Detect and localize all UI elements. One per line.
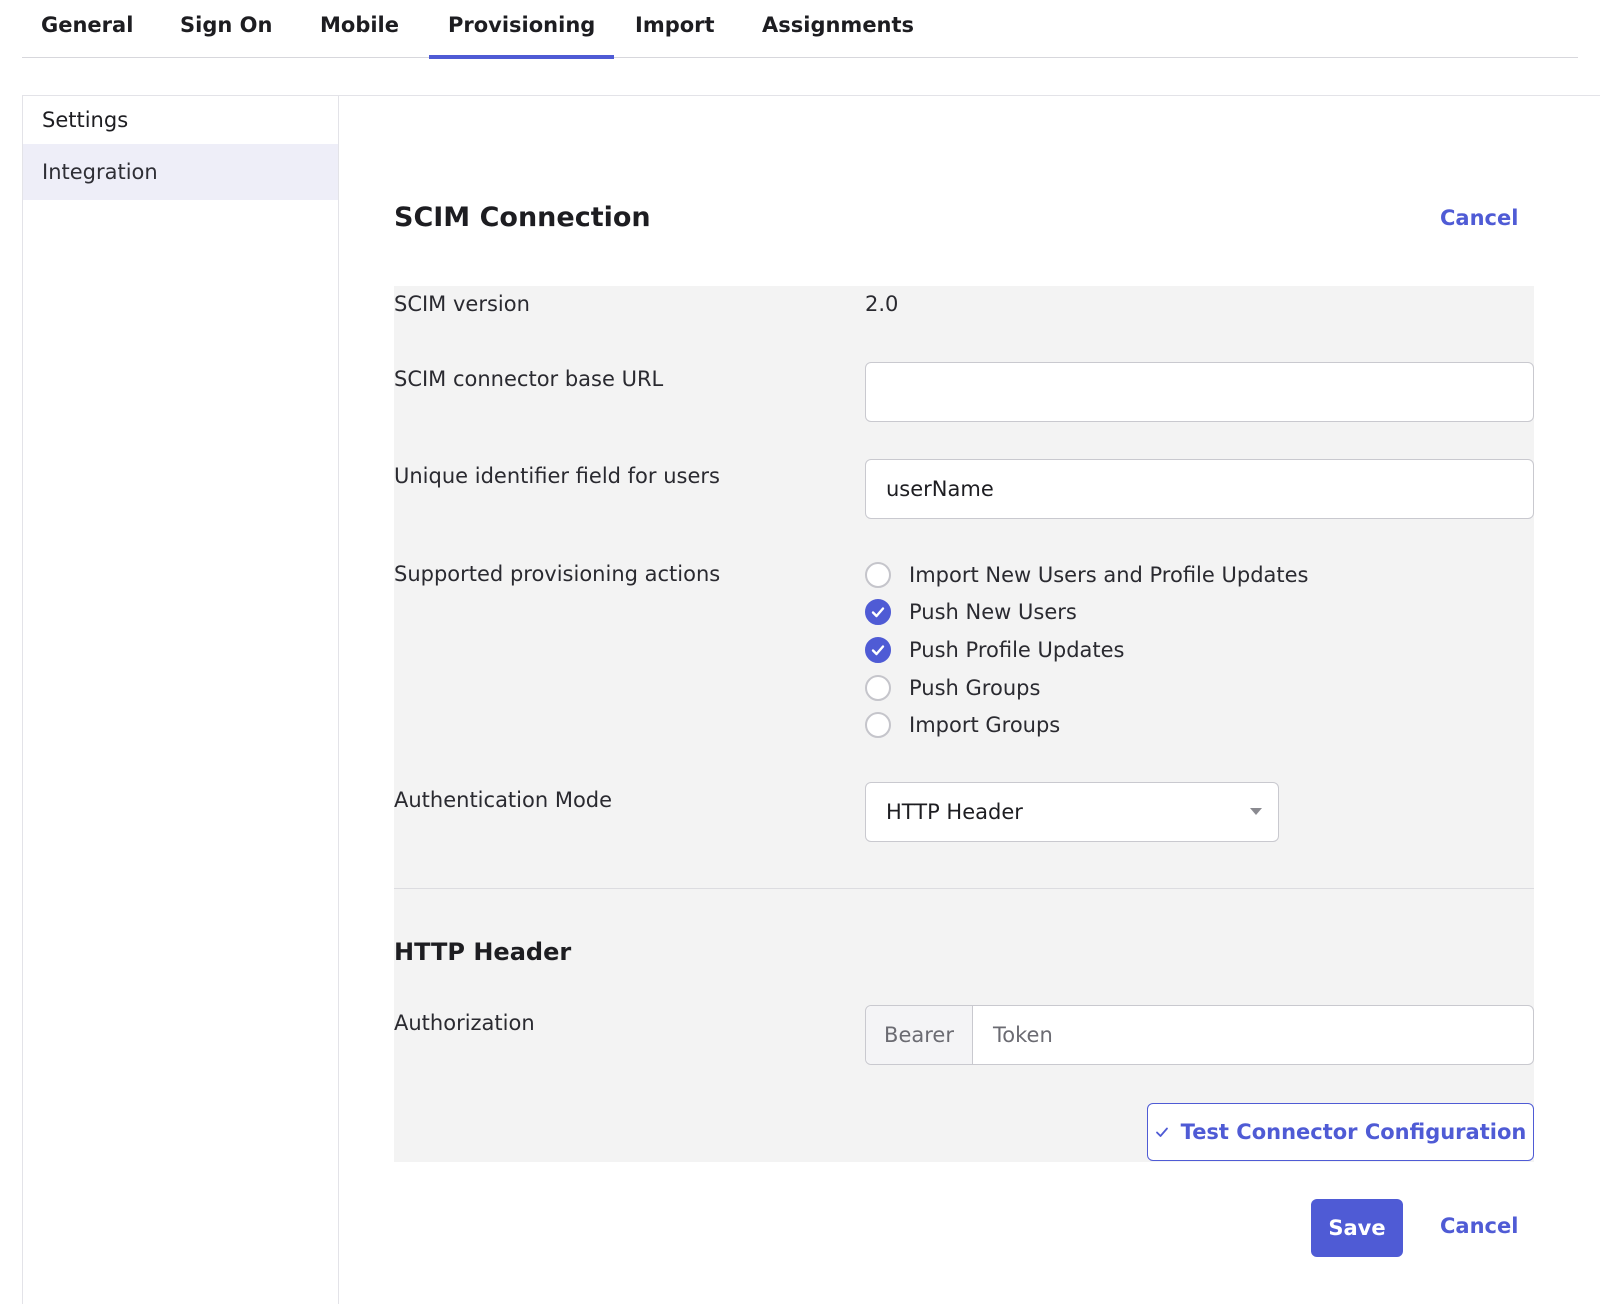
tab-bar: General Sign On Mobile Provisioning Impo… (22, 0, 1578, 59)
auth-mode-label: Authentication Mode (394, 788, 613, 812)
check-icon (1155, 1127, 1168, 1137)
sidebar-item-integration[interactable]: Integration (23, 144, 338, 200)
token-input[interactable]: Token (973, 1006, 1533, 1064)
action-import-new-users[interactable]: Import New Users and Profile Updates (865, 561, 1308, 589)
save-button[interactable]: Save (1311, 1199, 1403, 1257)
base-url-label: SCIM connector base URL (394, 367, 664, 391)
action-push-profile-updates[interactable]: Push Profile Updates (865, 636, 1125, 664)
test-connector-button[interactable]: Test Connector Configuration (1147, 1103, 1534, 1161)
action-import-groups[interactable]: Import Groups (865, 711, 1060, 739)
checkbox-checked-icon[interactable] (865, 599, 891, 625)
scim-version-label: SCIM version (394, 292, 530, 316)
base-url-input[interactable] (865, 362, 1534, 422)
provisioning-actions-label: Supported provisioning actions (394, 562, 721, 586)
test-connector-label: Test Connector Configuration (1180, 1120, 1527, 1144)
unique-id-label: Unique identifier field for users (394, 464, 720, 488)
header-cancel-button[interactable]: Cancel (1440, 206, 1518, 230)
tab-import[interactable]: Import (635, 0, 715, 58)
action-label: Import Groups (909, 713, 1061, 737)
sidebar-heading: Settings (42, 108, 129, 132)
action-push-new-users[interactable]: Push New Users (865, 598, 1077, 626)
auth-mode-select[interactable]: HTTP Header (865, 782, 1279, 842)
section-divider (394, 888, 1534, 889)
auth-mode-value: HTTP Header (886, 800, 1023, 824)
action-push-groups[interactable]: Push Groups (865, 674, 1040, 702)
checkbox-unchecked-icon[interactable] (865, 675, 891, 701)
tab-mobile[interactable]: Mobile (320, 0, 399, 58)
unique-id-input[interactable]: userName (865, 459, 1534, 519)
section-title: SCIM Connection (394, 202, 651, 233)
http-header-title: HTTP Header (394, 938, 572, 966)
footer-cancel-button[interactable]: Cancel (1440, 1214, 1518, 1238)
action-label: Push Groups (909, 676, 1041, 700)
authorization-field: Bearer Token (865, 1005, 1534, 1065)
scim-version-value: 2.0 (865, 292, 899, 316)
tab-assignments[interactable]: Assignments (762, 0, 914, 58)
action-label: Push New Users (909, 600, 1077, 624)
action-label: Push Profile Updates (909, 638, 1125, 662)
tab-sign-on[interactable]: Sign On (180, 0, 272, 58)
checkbox-unchecked-icon[interactable] (865, 562, 891, 588)
settings-sidebar: Settings Integration (23, 96, 339, 1304)
checkbox-unchecked-icon[interactable] (865, 712, 891, 738)
bearer-prefix: Bearer (866, 1006, 973, 1064)
action-label: Import New Users and Profile Updates (909, 563, 1309, 587)
tab-provisioning[interactable]: Provisioning (428, 0, 615, 59)
caret-down-icon (1250, 808, 1262, 815)
authorization-label: Authorization (394, 1011, 535, 1035)
checkbox-checked-icon[interactable] (865, 637, 891, 663)
scim-form: SCIM version 2.0 SCIM connector base URL… (394, 286, 1534, 1162)
tab-general[interactable]: General (41, 0, 133, 58)
